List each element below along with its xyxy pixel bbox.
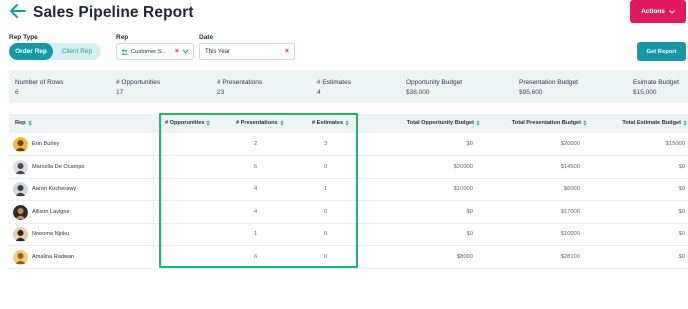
col-header-label: Total Opportunity Budget — [406, 120, 474, 126]
cell-opp-budget: $8000 — [456, 253, 473, 260]
cell-est-budget: $0 — [678, 163, 685, 170]
clear-rep-icon[interactable]: × — [175, 48, 179, 55]
cell-est-budget: $0 — [678, 253, 685, 260]
col-header-label: Total Estimate Budget — [622, 120, 681, 126]
rep-select-value: Customer S... — [131, 48, 167, 55]
summary-label-rows: Number of Rows — [15, 79, 64, 86]
cell-pres-budget: $20000 — [560, 141, 580, 147]
cell-opp-budget: $0 — [466, 231, 473, 237]
rep-name[interactable]: Nneoma Njoku — [32, 231, 69, 237]
avatar — [13, 159, 28, 175]
cell-est-budget: $15000 — [665, 141, 685, 147]
cell-pres-budget: $28100 — [560, 253, 580, 260]
cell-est-budget: $0 — [678, 231, 685, 237]
clear-date-icon[interactable]: × — [285, 48, 289, 55]
highlight-box — [159, 113, 358, 268]
summary-label-presentations: # Presentations — [217, 79, 263, 86]
summary-label-est-budget: Esimate Budget — [633, 79, 679, 86]
get-report-button[interactable]: Get Report — [637, 42, 686, 61]
col-header-label: Rep — [15, 120, 26, 126]
avatar — [13, 249, 28, 265]
sort-icon — [683, 120, 687, 126]
cell-pres-budget: $14500 — [560, 163, 580, 170]
sort-icon — [583, 120, 587, 126]
summary-value-opportunities: 17 — [116, 89, 124, 96]
avatar — [13, 137, 28, 152]
chevron-down-icon[interactable] — [182, 49, 189, 54]
summary-value-presentations: 23 — [217, 89, 225, 96]
date-input[interactable]: This Year × — [199, 43, 295, 60]
actions-button-label: Actions — [641, 8, 665, 15]
summary-value-opp-budget: $38,000 — [406, 89, 430, 96]
cell-pres-budget: $10000 — [560, 231, 580, 237]
avatar — [13, 182, 28, 197]
summary-label-opportunities: # Opportunities — [116, 79, 161, 86]
col-header-opp-budget[interactable]: Total Opportunity Budget — [407, 120, 480, 126]
sort-icon — [27, 120, 32, 126]
col-header-est-budget[interactable]: Total Estimate Budget — [622, 120, 687, 126]
rep-label: Rep — [116, 34, 129, 41]
rep-type-label: Rep Type — [9, 34, 38, 41]
toggle-order-rep[interactable]: Order Rep — [9, 43, 53, 60]
summary-value-estimates: 4 — [317, 89, 321, 96]
rep-name[interactable]: Erin Burley — [32, 141, 59, 147]
cell-opp-budget: $0 — [466, 141, 473, 147]
sort-icon — [476, 120, 480, 126]
summary-label-estimates: # Estimates — [317, 79, 351, 86]
actions-button[interactable]: Actions — [630, 0, 686, 23]
col-header-rep[interactable]: Rep — [15, 120, 32, 126]
cell-opp-budget: $0 — [466, 208, 473, 215]
summary-value-pres-budget: $95,600 — [519, 89, 543, 96]
col-header-label: Total Presentation Budget — [511, 120, 581, 126]
avatar — [13, 227, 28, 242]
rep-name[interactable]: Allison Lavigne — [32, 209, 70, 215]
avatar — [13, 204, 28, 220]
summary-label-pres-budget: Presentation Budget — [519, 79, 578, 86]
page-header: Sales Pipeline Report Actions — [0, 0, 688, 28]
col-header-pres-budget[interactable]: Total Presentation Budget — [512, 120, 587, 126]
summary-value-est-budget: $15,000 — [633, 89, 657, 96]
back-arrow-icon[interactable] — [9, 3, 27, 19]
rep-select[interactable]: Customer S... × — [116, 43, 194, 60]
cell-opp-budget: $10000 — [453, 186, 473, 192]
cell-pres-budget: $17000 — [560, 208, 580, 215]
cell-est-budget: $0 — [678, 186, 685, 192]
rep-name[interactable]: Aaron Kucherawy — [32, 186, 76, 192]
page-title: Sales Pipeline Report — [33, 4, 194, 21]
summary-label-opp-budget: Opportunity Budget — [406, 79, 463, 86]
rep-name[interactable]: Amalina Radwan — [32, 254, 74, 260]
toggle-client-rep[interactable]: Client Rep — [53, 43, 101, 60]
cell-opp-budget: $20000 — [453, 163, 473, 170]
date-input-value: This Year — [205, 48, 231, 55]
rep-name[interactable]: Marcella De Ocampo — [32, 164, 85, 170]
summary-bar: Number of Rows 6 # Opportunities 17 # Pr… — [9, 70, 688, 103]
rep-type-toggle: Order Rep Client Rep — [9, 43, 101, 60]
people-icon — [121, 48, 128, 55]
date-label: Date — [199, 34, 214, 41]
cell-est-budget: $0 — [678, 208, 685, 215]
cell-pres-budget: $6000 — [563, 186, 580, 192]
summary-value-rows: 6 — [15, 89, 19, 96]
chevron-down-icon — [669, 9, 675, 14]
